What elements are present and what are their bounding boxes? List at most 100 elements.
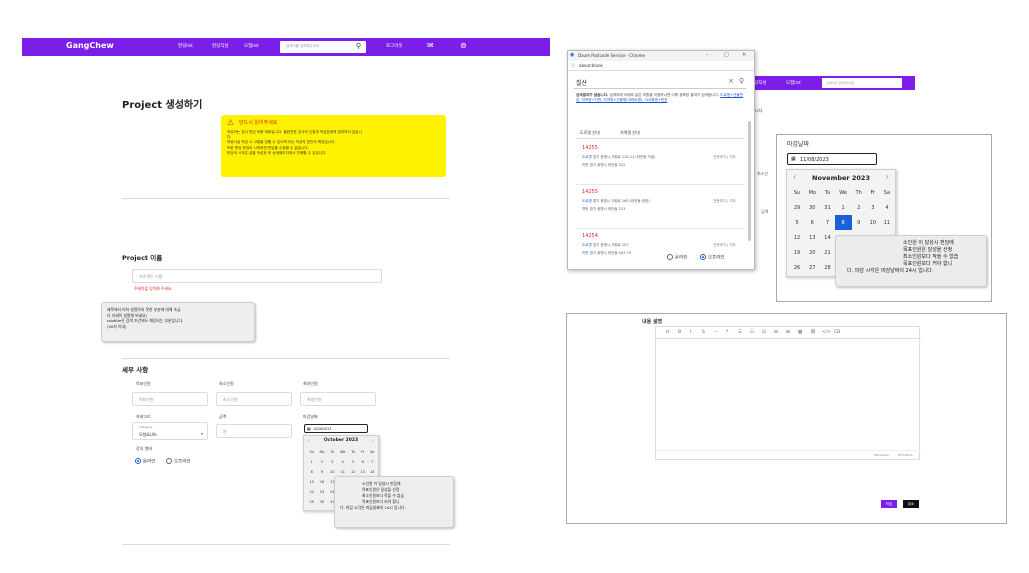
minimize-icon[interactable]: – — [706, 52, 709, 58]
calendar-day[interactable]: 13 — [804, 230, 820, 245]
cancel-button[interactable]: 취소 — [903, 500, 919, 508]
toolbar-button[interactable]: ⛓ — [810, 330, 816, 335]
calendar-day[interactable]: 19 — [790, 245, 804, 260]
deadline-input[interactable]: ▦ 10/26/2023 — [304, 424, 368, 433]
submit-button[interactable]: 작성 — [881, 500, 897, 508]
url-text[interactable]: about:blank — [579, 63, 603, 68]
calendar-day[interactable]: 11 — [880, 215, 894, 230]
amount-input[interactable]: 원 — [216, 424, 292, 438]
calendar-day[interactable]: 3 — [327, 457, 337, 467]
jibun-address[interactable]: 경기 광명시 하안동 223 — [590, 207, 626, 211]
nav-adventure-list[interactable]: 모험list — [244, 43, 259, 49]
tab-road-guide[interactable]: 도로명 안내 — [580, 130, 600, 136]
radio-offline[interactable]: 오프라인 — [166, 458, 191, 465]
deadline-input[interactable]: ▦ 11/08/2023 — [787, 153, 877, 165]
mail-icon[interactable]: ✉ — [427, 41, 434, 50]
markdown-editor[interactable]: H B I S — ❝ ☰ ☷ ☑ ⊟ ⊞ ▦ ⛓ </> CB Markdown WYSIWYG — [655, 326, 921, 460]
radio-online[interactable]: 온라인 — [667, 254, 687, 261]
calendar-day[interactable]: 9 — [852, 215, 866, 230]
calendar-day[interactable]: 7 — [820, 215, 834, 230]
calendar-day[interactable]: 7 — [367, 457, 377, 467]
nav-funding-list[interactable]: 펀딩list — [178, 43, 193, 49]
radio-online[interactable]: 온라인 — [135, 458, 155, 465]
jibun-address[interactable]: 경기 광명시 하안동 447-79 — [590, 251, 632, 255]
calendar-day[interactable]: 1 — [835, 200, 852, 215]
calendar-day[interactable]: 4 — [337, 457, 349, 467]
calendar-day[interactable]: 29 — [307, 497, 317, 507]
min-people-input[interactable]: 최소인원 — [216, 392, 292, 406]
category-select[interactable]: Category 모험&Life ▾ — [132, 422, 208, 440]
max-people-input[interactable]: 최대인원 — [300, 392, 376, 406]
tab-wysiwyg[interactable]: WYSIWYG — [898, 453, 913, 457]
toolbar-button[interactable]: ☷ — [750, 330, 754, 335]
calendar-day[interactable]: 31 — [820, 200, 834, 215]
calendar-day[interactable]: 23 — [317, 487, 328, 497]
calendar-day[interactable]: 27 — [804, 260, 820, 275]
calendar-day[interactable]: 30 — [804, 200, 820, 215]
calendar-day[interactable]: 10 — [866, 215, 880, 230]
calendar-day[interactable]: 6 — [358, 457, 368, 467]
scrollbar[interactable] — [748, 121, 751, 241]
toolbar-button[interactable]: ☰ — [738, 330, 742, 335]
calendar-day[interactable]: 3 — [866, 200, 880, 215]
tab-markdown[interactable]: Markdown — [874, 453, 890, 457]
radio-dot[interactable] — [166, 458, 172, 464]
result-item[interactable]: 14255 도로명 경기 광명시 가림로 160 (하안동 한양) 지번 경기 … — [576, 185, 744, 229]
project-name-input[interactable]: 프로젝트 이름 — [132, 269, 382, 283]
calendar-day[interactable]: 2 — [852, 200, 866, 215]
calendar-day[interactable]: 30 — [317, 497, 328, 507]
toolbar-button[interactable]: ⊞ — [786, 330, 790, 335]
result-item[interactable]: 14255 도로명 경기 광명시 가림로 110-11 (하안동 가림) 지번 … — [576, 141, 744, 185]
calendar-day[interactable]: 29 — [790, 200, 804, 215]
calendar-day[interactable]: 16 — [317, 477, 328, 487]
calendar-day[interactable]: 26 — [790, 260, 804, 275]
road-address[interactable]: 경기 광명시 가림로 107 — [593, 243, 629, 247]
result-links[interactable]: 전문보기 | 지도 — [713, 243, 736, 248]
radio-offline[interactable]: 오프라인 — [700, 254, 725, 261]
radio-dot[interactable] — [700, 254, 706, 260]
calendar-day[interactable]: 6 — [804, 215, 820, 230]
search-icon[interactable]: ⚲ — [739, 77, 744, 85]
road-address[interactable]: 경기 광명시 가림로 110-11 (하안동 가림) — [593, 155, 656, 159]
toolbar-button[interactable]: S — [702, 330, 705, 335]
jibun-address[interactable]: 경기 광명시 하안동 222 — [590, 163, 626, 167]
chevron-right-icon[interactable]: › — [886, 172, 889, 181]
clear-icon[interactable]: × — [728, 77, 734, 85]
road-address[interactable]: 경기 광명시 가림로 160 (하안동 한양) — [593, 199, 650, 203]
calendar-day[interactable]: 5 — [790, 215, 804, 230]
tab-region-guide[interactable]: 지역명 안내 — [620, 130, 640, 136]
user-icon[interactable]: ⊚ — [460, 41, 467, 50]
calendar-day[interactable]: 4 — [880, 200, 894, 215]
toolbar-button[interactable]: H — [666, 330, 669, 335]
calendar-day[interactable]: 14 — [820, 230, 834, 245]
close-icon[interactable]: ✕ — [742, 52, 746, 58]
maximize-icon[interactable]: □ — [724, 52, 729, 58]
calendar-day[interactable]: 1 — [307, 457, 317, 467]
toolbar-button[interactable]: ⊟ — [774, 330, 778, 335]
address-bar[interactable]: ⓘ about:blank — [568, 61, 754, 71]
nav-funding-write[interactable]: 펀딩작성 — [212, 43, 229, 49]
search-input[interactable]: 검색어를 입력해주세요 — [822, 78, 902, 88]
search-icon[interactable]: ⚲ — [356, 42, 361, 50]
result-item[interactable]: 14254 도로명 경기 광명시 가림로 107 지번 경기 광명시 하안동 4… — [576, 229, 744, 269]
result-links[interactable]: 전문보기 | 지도 — [713, 155, 736, 160]
calendar-day[interactable]: 8 — [307, 467, 317, 477]
target-people-input[interactable]: 목표인원 — [132, 392, 208, 406]
logout-link[interactable]: 로그아웃 — [386, 43, 403, 49]
calendar-day[interactable]: 15 — [307, 477, 317, 487]
radio-dot[interactable] — [667, 254, 673, 260]
toolbar-button[interactable]: CB — [834, 330, 840, 335]
toolbar-button[interactable]: ▦ — [798, 330, 802, 335]
toolbar-button[interactable]: </> — [822, 330, 831, 335]
address-search-input[interactable]: 칠산 × ⚲ — [574, 75, 746, 89]
calendar-day[interactable]: 12 — [790, 230, 804, 245]
calendar-day[interactable]: 22 — [307, 487, 317, 497]
toolbar-button[interactable]: — — [714, 330, 719, 335]
toolbar-button[interactable]: ❝ — [726, 330, 728, 335]
nav-adventure-list[interactable]: 모험list — [786, 80, 801, 86]
toolbar-button[interactable]: ☑ — [762, 330, 766, 335]
calendar-day[interactable]: 2 — [317, 457, 328, 467]
calendar-day[interactable]: 8 — [834, 215, 852, 230]
calendar-day[interactable]: 5 — [348, 457, 358, 467]
calendar-day[interactable]: 9 — [317, 467, 328, 477]
